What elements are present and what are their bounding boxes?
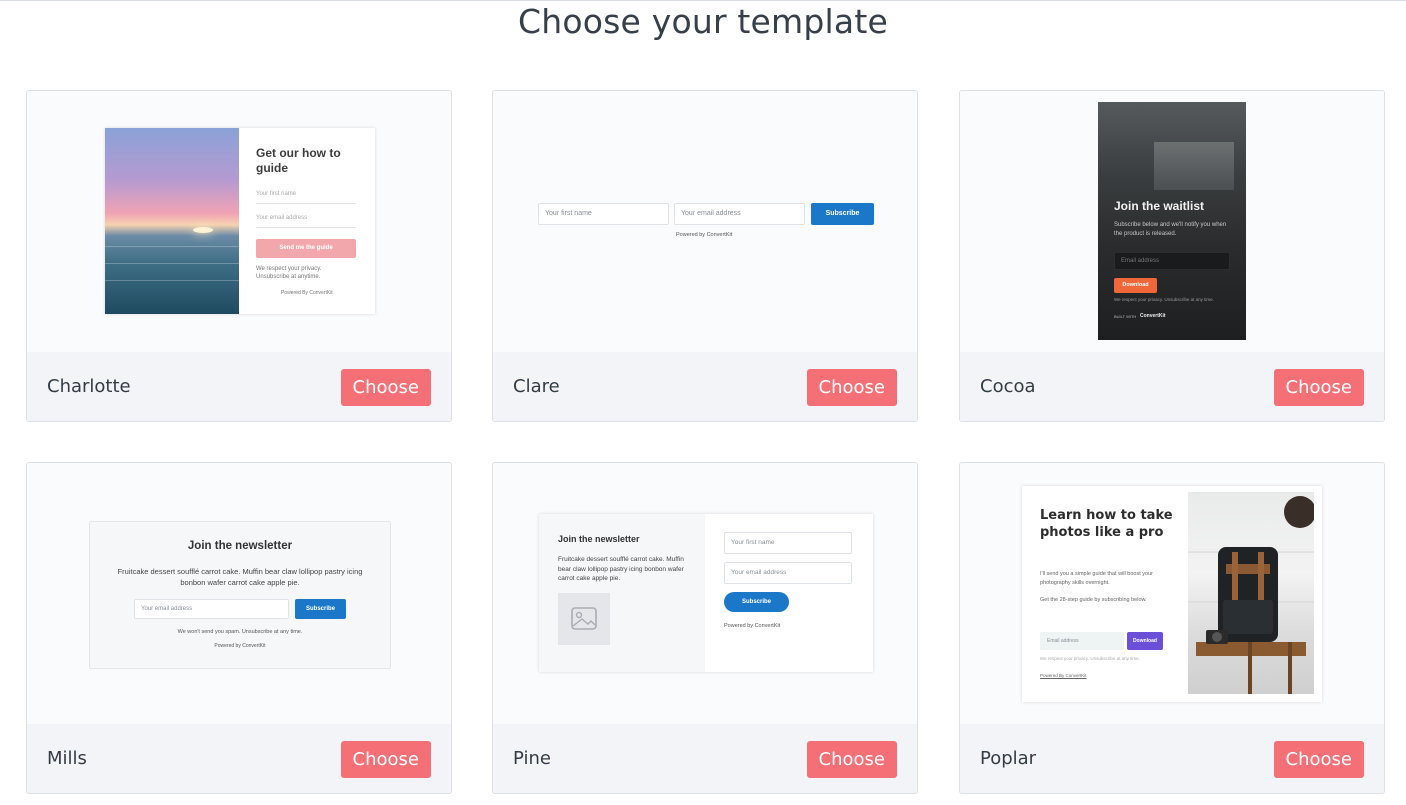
first-name-placeholder: Your first name <box>256 191 297 197</box>
template-card-charlotte[interactable]: Get our how to guide Your first name You… <box>26 90 452 422</box>
sun-glow <box>193 227 213 233</box>
preview-text: Subscribe below and we'll notify you whe… <box>1114 222 1227 237</box>
template-preview[interactable]: Learn how to take photos like a pro I'll… <box>960 463 1384 724</box>
preview-text: Fruitcake dessert soufflé carrot cake. M… <box>117 567 363 587</box>
first-name-field-preview: Your first name <box>724 532 852 554</box>
powered-by: Powered by ConvertKit <box>724 623 781 629</box>
card-footer: Mills Choose <box>27 724 451 793</box>
cocoa-form-preview: Join the waitlist Subscribe below and we… <box>1098 102 1246 340</box>
top-divider <box>0 0 1406 1</box>
template-preview[interactable]: Your first name Your email address Subsc… <box>493 91 917 352</box>
preview-heading: Join the waitlist <box>1114 199 1205 213</box>
preview-text-2: Get the 28-step guide by subscribing bel… <box>1040 597 1147 603</box>
template-name: Pine <box>513 748 551 769</box>
template-name: Mills <box>47 748 87 769</box>
preview-heading: Join the newsletter <box>558 534 640 544</box>
sunset-ocean-image <box>105 128 239 314</box>
preview-subscribe-button: Subscribe <box>295 599 346 619</box>
preview-heading: Learn how to take photos like a pro <box>1040 508 1173 540</box>
choose-button[interactable]: Choose <box>340 741 431 778</box>
powered-by: Powered By ConvertKit <box>1040 673 1087 678</box>
poplar-form-preview: Learn how to take photos like a pro I'll… <box>1022 486 1322 702</box>
email-field-preview: Your email address <box>724 562 852 584</box>
email-field-preview: Email address <box>1040 632 1124 650</box>
email-field-preview: Email address <box>1114 252 1230 270</box>
choose-button[interactable]: Choose <box>806 741 897 778</box>
template-preview[interactable]: Get our how to guide Your first name You… <box>27 91 451 352</box>
charlotte-form-preview: Get our how to guide Your first name You… <box>105 128 375 314</box>
privacy-text: We respect your privacy. Unsubscribe at … <box>256 266 322 280</box>
privacy-text: We respect your privacy. Unsubscribe at … <box>1040 656 1140 661</box>
built-with-label: BUILT WITH <box>1114 314 1137 319</box>
image-placeholder-icon <box>558 593 610 645</box>
choose-button[interactable]: Choose <box>340 369 431 406</box>
template-card-mills[interactable]: Join the newsletter Fruitcake dessert so… <box>26 462 452 794</box>
preview-download-button: Download <box>1114 278 1157 293</box>
template-preview[interactable]: Join the newsletter Fruitcake dessert so… <box>27 463 451 724</box>
powered-by: Powered by ConvertKit <box>214 643 266 649</box>
preview-subscribe-button: Subscribe <box>724 592 789 612</box>
powered-by: Powered By ConvertKit <box>281 290 333 296</box>
preview-send-button: Send me the guide <box>256 239 356 258</box>
page-title: Choose your template <box>518 2 888 41</box>
email-field-preview: Your email address <box>134 599 289 619</box>
preview-download-button: Download <box>1127 632 1163 650</box>
template-preview[interactable]: Join the waitlist Subscribe below and we… <box>960 91 1384 352</box>
template-card-poplar[interactable]: Learn how to take photos like a pro I'll… <box>959 462 1385 794</box>
template-card-cocoa[interactable]: Join the waitlist Subscribe below and we… <box>959 90 1385 422</box>
powered-by: Powered by ConvertKit <box>676 232 733 238</box>
choose-button[interactable]: Choose <box>1273 741 1364 778</box>
preview-heading: Join the newsletter <box>187 540 293 552</box>
card-footer: Cocoa Choose <box>960 352 1384 421</box>
pine-form-preview: Join the newsletter Fruitcake dessert so… <box>539 514 873 672</box>
template-name: Clare <box>513 376 560 397</box>
card-footer: Clare Choose <box>493 352 917 421</box>
card-footer: Charlotte Choose <box>27 352 451 421</box>
building-image <box>1154 142 1234 190</box>
backpack-photo <box>1188 492 1316 694</box>
spam-note: We won't send you spam. Unsubscribe at a… <box>177 629 303 635</box>
first-name-field-preview: Your first name <box>538 203 669 225</box>
template-card-clare[interactable]: Your first name Your email address Subsc… <box>492 90 918 422</box>
choose-button[interactable]: Choose <box>806 369 897 406</box>
card-footer: Pine Choose <box>493 724 917 793</box>
template-name: Charlotte <box>47 376 131 397</box>
template-name: Cocoa <box>980 376 1036 397</box>
mills-form-preview: Join the newsletter Fruitcake dessert so… <box>89 521 391 669</box>
template-card-pine[interactable]: Join the newsletter Fruitcake dessert so… <box>492 462 918 794</box>
template-preview[interactable]: Join the newsletter Fruitcake dessert so… <box>493 463 917 724</box>
convertkit-logo: ConvertKit <box>1140 313 1166 319</box>
preview-heading: Get our how to guide <box>256 146 341 175</box>
email-field-preview: Your email address <box>674 203 805 225</box>
template-name: Poplar <box>980 748 1037 769</box>
preview-subscribe-button: Subscribe <box>811 203 874 225</box>
choose-button[interactable]: Choose <box>1273 369 1364 406</box>
card-footer: Poplar Choose <box>960 724 1384 793</box>
email-placeholder: Your email address <box>256 215 308 221</box>
preview-text: Fruitcake dessert soufflé carrot cake. M… <box>558 556 684 582</box>
privacy-text: We respect your privacy. Unsubscribe at … <box>1114 297 1214 302</box>
preview-text-1: I'll send you a simple guide that will b… <box>1040 571 1153 586</box>
